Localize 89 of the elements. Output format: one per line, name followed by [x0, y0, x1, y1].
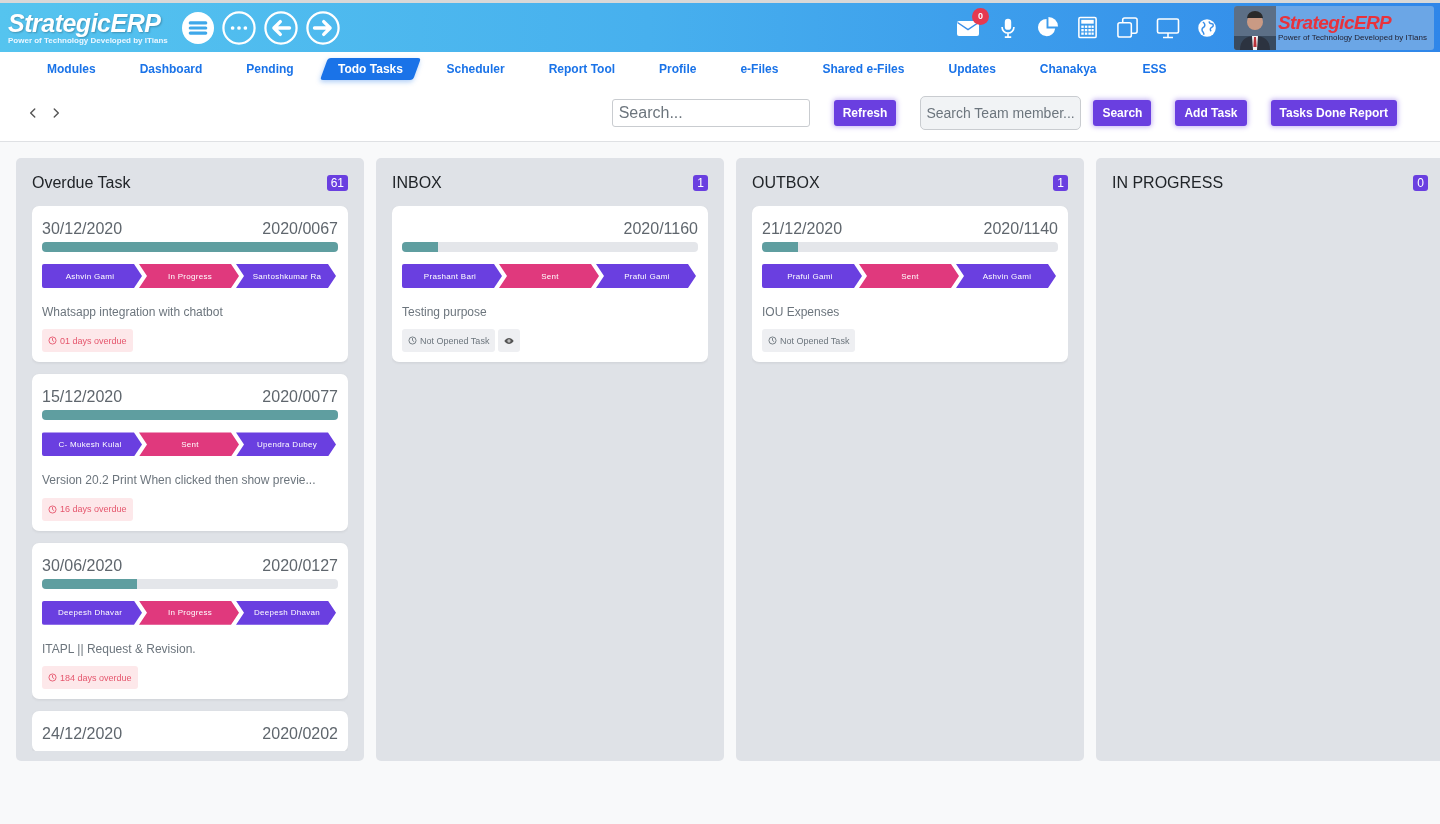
status-step: Sent	[859, 264, 959, 288]
monitor-icon[interactable]	[1156, 15, 1180, 40]
task-card[interactable]: 30/12/2020 2020/0067 Ashvin Gami In Progress Santoshkumar Ra Whatsapp integration with chatbot 01 days overdue	[32, 206, 348, 363]
task-number: 2020/0202	[262, 726, 338, 743]
assignee-step: Prashant Bari	[402, 264, 502, 288]
clock-icon	[48, 336, 57, 346]
task-description: ITAPL || Request & Revision.	[42, 641, 197, 657]
task-card[interactable]: 15/12/2020 2020/0077 C- Mukesh Kulal Sent Upendra Dubey Version 20.2 Print When clicked then show previe... 16 days overdue	[32, 374, 348, 531]
task-date: 30/12/2020	[42, 221, 123, 237]
view-button[interactable]	[498, 329, 521, 353]
brand-text: StrategicERP	[1278, 13, 1393, 32]
assignee-step: Ashvin Gami	[956, 264, 1056, 288]
nav-tab[interactable]: Scheduler	[432, 57, 519, 80]
nav-tab[interactable]: Shared e-Files	[808, 57, 919, 80]
task-number: 2020/0067	[262, 221, 338, 237]
nav-tab[interactable]: Chanakya	[1025, 57, 1111, 80]
task-card[interactable]: 21/12/2020 2020/1140 Praful Gami Sent Ashvin Gami IOU Expenses Not Opened Task	[752, 206, 1068, 363]
assignee-step: Praful Gami	[596, 264, 696, 288]
clock-icon	[768, 336, 777, 346]
task-date: 24/12/2020	[42, 726, 123, 743]
search-button[interactable]: Search	[1093, 100, 1152, 126]
count-badge: 1	[693, 174, 708, 191]
logo-tagline: Power of Technology Developed by ITians	[8, 36, 168, 45]
count-badge: 61	[326, 174, 348, 191]
status-step: Sent	[499, 264, 599, 288]
task-description: Testing purpose	[402, 305, 488, 320]
assignee-step: Deepesh Dhavar	[42, 600, 142, 625]
assignee-step: Praful Gami	[762, 264, 862, 288]
count-badge: 1	[1053, 174, 1068, 191]
task-number: 2020/0127	[262, 557, 338, 574]
nav-tab[interactable]: Todo Tasks	[319, 57, 421, 80]
nav-tab[interactable]: Pending	[232, 57, 308, 80]
assignee-step: Upendra Dubey	[236, 432, 336, 457]
forward-icon[interactable]	[305, 10, 340, 45]
nav-tab[interactable]: ESS	[1126, 57, 1183, 80]
assignee-step: C- Mukesh Kulal	[42, 432, 142, 457]
nav-tab[interactable]: e-Files	[726, 57, 793, 80]
status-step: Sent	[139, 432, 239, 457]
nav-tab[interactable]: Modules	[33, 57, 110, 80]
pie-chart-icon[interactable]	[1036, 16, 1059, 39]
column-title: OUTBOX	[752, 173, 820, 192]
menu-icon[interactable]	[181, 11, 214, 44]
nav-tab[interactable]: Profile	[645, 57, 711, 80]
task-date: 21/12/2020	[762, 221, 843, 237]
back-icon[interactable]	[263, 10, 298, 45]
badge-text: 16 days overdue	[60, 504, 127, 515]
assignee-step: Ashvin Gami	[42, 264, 142, 288]
report-button[interactable]: Tasks Done Report	[1270, 100, 1397, 126]
task-number: 2020/1160	[623, 221, 698, 237]
logo-text: StrategicERP	[8, 10, 162, 36]
nav-tab[interactable]: Dashboard	[125, 57, 217, 80]
badge-text: Not Opened Task	[420, 335, 490, 346]
copy-icon[interactable]	[1116, 16, 1139, 39]
clock-icon	[48, 504, 57, 514]
count-badge: 0	[1413, 174, 1428, 191]
brand-tagline: Power of Technology Developed by ITians	[1278, 34, 1427, 42]
notification-badge: 0	[972, 7, 989, 25]
refresh-button[interactable]: Refresh	[833, 100, 897, 126]
badge-text: 184 days overdue	[60, 672, 132, 683]
eye-icon[interactable]	[504, 335, 515, 346]
column-title: IN PROGRESS	[1112, 173, 1224, 192]
clock-icon	[48, 673, 57, 683]
column-title: Overdue Task	[32, 173, 131, 192]
badge-text: Not Opened Task	[780, 335, 850, 346]
clock-icon	[408, 336, 417, 346]
search-field[interactable]: Search...	[611, 99, 810, 127]
task-number: 2020/0077	[262, 389, 338, 406]
assignee-step: Santoshkumar Ra	[236, 264, 336, 288]
add-task-button[interactable]: Add Task	[1175, 100, 1247, 126]
calculator-icon[interactable]	[1076, 16, 1099, 39]
nav-tab[interactable]: Updates	[934, 57, 1010, 80]
column-title: INBOX	[392, 173, 442, 192]
globe-icon[interactable]	[1197, 17, 1217, 38]
status-step: In Progress	[139, 264, 239, 288]
more-icon[interactable]	[221, 10, 256, 45]
nav-tab[interactable]: Report Tool	[534, 57, 630, 80]
task-number: 2020/1140	[983, 221, 1058, 237]
task-card[interactable]: 24/12/2020 2020/0202	[32, 711, 348, 751]
task-date: 30/06/2020	[42, 557, 123, 574]
task-description: Version 20.2 Print When clicked then show previe...	[42, 473, 317, 488]
badge-text: 01 days overdue	[60, 335, 127, 346]
task-card[interactable]: 30/06/2020 2020/0127 Deepesh Dhavar In Progress Deepesh Dhavan ITAPL || Request & Revision. 184 days overdue	[32, 542, 348, 700]
task-card[interactable]: 2020/1160 Prashant Bari Sent Praful Gami Testing purpose Not Opened Task	[392, 206, 708, 363]
task-description: Whatsapp integration with chatbot	[42, 305, 224, 320]
assignee-step: Deepesh Dhavan	[236, 600, 336, 625]
status-step: In Progress	[139, 600, 239, 625]
task-description: IOU Expenses	[762, 305, 841, 320]
team-search-field[interactable]: Search Team member...	[920, 96, 1082, 130]
task-date: 15/12/2020	[42, 389, 123, 406]
